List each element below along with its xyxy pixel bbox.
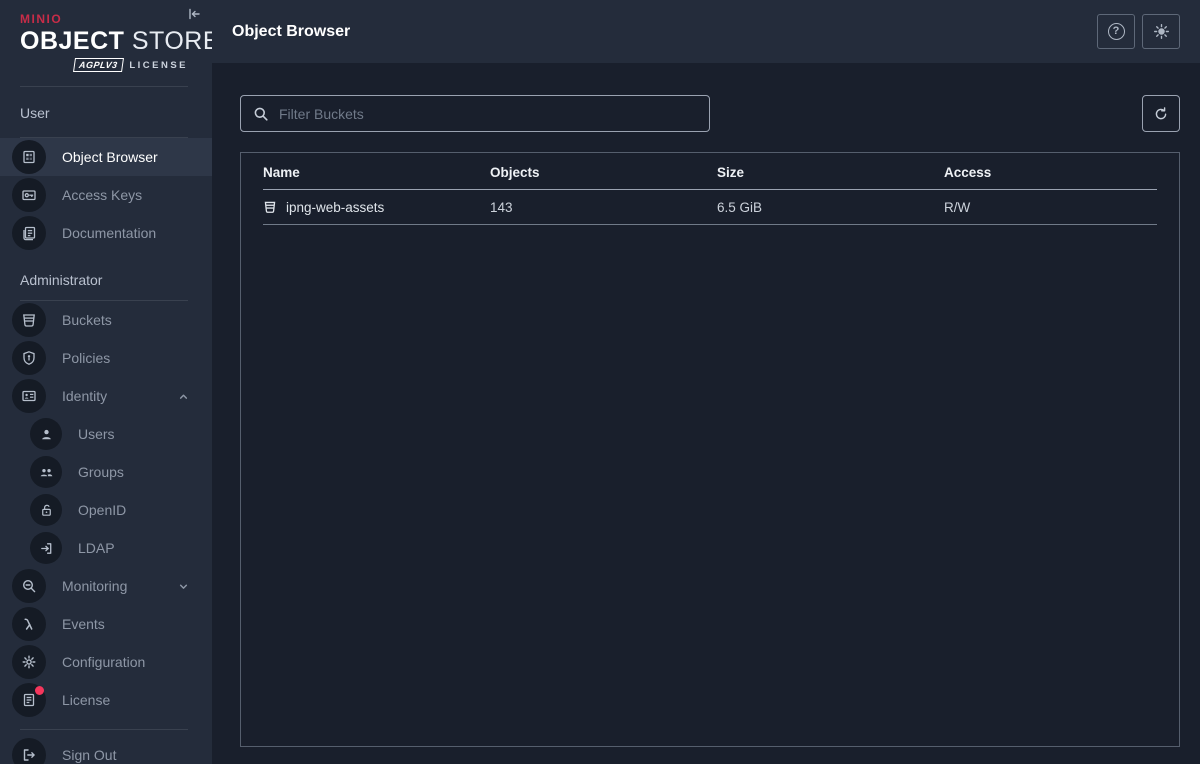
bucket-size: 6.5 GiB (717, 200, 944, 215)
buckets-icon (12, 303, 46, 337)
license-icon (12, 683, 46, 717)
sidebar-item-label: OpenID (78, 502, 126, 518)
openid-icon (30, 494, 62, 526)
filter-buckets-input[interactable] (279, 106, 697, 122)
refresh-icon (1153, 106, 1169, 122)
sidebar-item-documentation[interactable]: Documentation (0, 214, 212, 252)
sidebar-item-configuration[interactable]: Configuration (0, 643, 212, 681)
sidebar-item-groups[interactable]: Groups (0, 453, 212, 491)
chevron-down-icon[interactable] (177, 580, 190, 593)
section-label-user: User (0, 105, 212, 121)
sidebar-item-label: Monitoring (62, 578, 127, 594)
access-keys-icon (12, 178, 46, 212)
page-title: Object Browser (232, 23, 350, 41)
help-button[interactable]: ? (1097, 14, 1135, 49)
sidebar-item-label: Users (78, 426, 115, 442)
documentation-icon (12, 216, 46, 250)
sidebar-item-monitoring[interactable]: Monitoring (0, 567, 212, 605)
users-icon (30, 418, 62, 450)
divider (20, 86, 188, 87)
configuration-icon (12, 645, 46, 679)
sidebar-item-openid[interactable]: OpenID (0, 491, 212, 529)
sign-out-icon (12, 738, 46, 764)
sidebar-item-policies[interactable]: Policies (0, 339, 212, 377)
policies-icon (12, 341, 46, 375)
license-label: LICENSE (129, 60, 188, 71)
groups-icon (30, 456, 62, 488)
column-header-name: Name (263, 165, 490, 180)
theme-toggle-button[interactable] (1142, 14, 1180, 49)
toolbar (240, 95, 1180, 132)
bucket-name-cell: ipng-web-assets (263, 200, 490, 215)
sidebar-item-license[interactable]: License (0, 681, 212, 719)
sidebar-item-label: Events (62, 616, 105, 632)
sidebar-item-object-browser[interactable]: Object Browser (0, 138, 212, 176)
license-badge-row: AGPLV3 LICENSE (20, 58, 192, 72)
sidebar-item-label: Documentation (62, 225, 156, 241)
sidebar-item-label: Identity (62, 388, 107, 404)
page-header: Object Browser ? (212, 0, 1200, 63)
sidebar-item-label: Buckets (62, 312, 112, 328)
sidebar-item-sign-out[interactable]: Sign Out (0, 736, 212, 764)
bucket-icon (263, 200, 277, 214)
app-logo: MINIO OBJECT STORE AGPLV3 LICENSE (0, 0, 212, 86)
chevron-up-icon[interactable] (177, 390, 190, 403)
sidebar-item-label: Access Keys (62, 187, 142, 203)
collapse-sidebar-icon[interactable] (186, 6, 202, 22)
column-header-access: Access (944, 165, 1157, 180)
sidebar-item-identity[interactable]: Identity (0, 377, 212, 415)
column-header-size: Size (717, 165, 944, 180)
divider (20, 729, 188, 730)
sidebar-item-label: Groups (78, 464, 124, 480)
agpl-badge: AGPLV3 (73, 58, 123, 72)
sidebar-item-buckets[interactable]: Buckets (0, 301, 212, 339)
refresh-button[interactable] (1142, 95, 1180, 132)
minio-brand-text: MINIO (20, 12, 192, 26)
table-row[interactable]: ipng-web-assets 143 6.5 GiB R/W (263, 190, 1157, 225)
events-icon (12, 607, 46, 641)
bucket-objects: 143 (490, 200, 717, 215)
buckets-table: Name Objects Size Access ipng-web-assets… (263, 153, 1157, 225)
sidebar-item-label: LDAP (78, 540, 115, 556)
identity-icon (12, 379, 46, 413)
section-label-administrator: Administrator (0, 272, 212, 288)
sidebar-item-ldap[interactable]: LDAP (0, 529, 212, 567)
sidebar-item-users[interactable]: Users (0, 415, 212, 453)
sidebar-item-events[interactable]: Events (0, 605, 212, 643)
help-icon: ? (1108, 23, 1125, 40)
filter-buckets-box (240, 95, 710, 132)
ldap-icon (30, 532, 62, 564)
search-icon (253, 106, 269, 122)
column-header-objects: Objects (490, 165, 717, 180)
sidebar-item-label: Policies (62, 350, 110, 366)
table-header-row: Name Objects Size Access (263, 153, 1157, 190)
sidebar: MINIO OBJECT STORE AGPLV3 LICENSE User O… (0, 0, 212, 764)
license-notification-dot (35, 686, 44, 695)
object-browser-icon (12, 140, 46, 174)
bucket-name: ipng-web-assets (286, 200, 384, 215)
sidebar-item-label: License (62, 692, 110, 708)
bucket-access: R/W (944, 200, 1157, 215)
sidebar-item-label: Configuration (62, 654, 145, 670)
sidebar-item-label: Sign Out (62, 747, 116, 763)
buckets-panel: Name Objects Size Access ipng-web-assets… (240, 152, 1180, 747)
theme-sun-icon (1153, 23, 1170, 40)
sidebar-item-label: Object Browser (62, 149, 158, 165)
content-area: Name Objects Size Access ipng-web-assets… (212, 63, 1200, 764)
monitoring-icon (12, 569, 46, 603)
product-title: OBJECT STORE (20, 26, 192, 56)
header-actions: ? (1097, 14, 1180, 49)
sidebar-item-access-keys[interactable]: Access Keys (0, 176, 212, 214)
main-area: Object Browser ? (212, 0, 1200, 764)
